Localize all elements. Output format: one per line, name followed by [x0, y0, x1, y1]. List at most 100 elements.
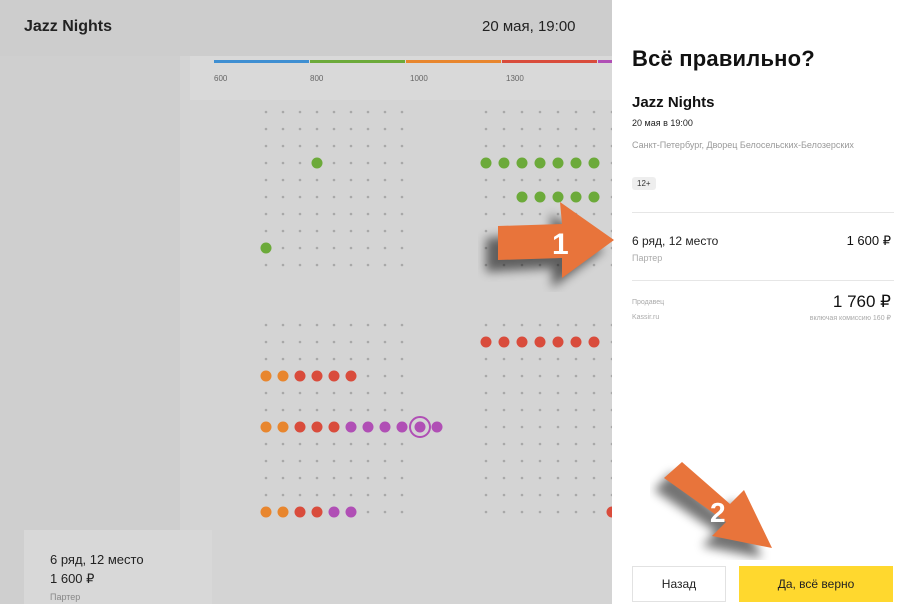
- seat[interactable]: [574, 493, 578, 497]
- seat[interactable]: [298, 442, 302, 446]
- seat[interactable]: [592, 357, 596, 361]
- seat[interactable]: [592, 110, 596, 114]
- seat[interactable]: [298, 127, 302, 131]
- seat[interactable]: [400, 408, 404, 412]
- seat[interactable]: [362, 421, 374, 433]
- seat[interactable]: [332, 263, 336, 267]
- seat[interactable]: [538, 459, 542, 463]
- seat[interactable]: [520, 144, 524, 148]
- seat[interactable]: [502, 144, 506, 148]
- seat[interactable]: [484, 408, 488, 412]
- seat[interactable]: [502, 110, 506, 114]
- seat[interactable]: [556, 178, 560, 182]
- seat[interactable]: [498, 157, 510, 169]
- seat[interactable]: [281, 178, 285, 182]
- seat[interactable]: [349, 178, 353, 182]
- seat[interactable]: [366, 110, 370, 114]
- seat[interactable]: [400, 374, 404, 378]
- seat[interactable]: [294, 506, 306, 518]
- seat[interactable]: [484, 323, 488, 327]
- seat[interactable]: [281, 323, 285, 327]
- seat[interactable]: [574, 144, 578, 148]
- seat[interactable]: [315, 323, 319, 327]
- seat[interactable]: [383, 357, 387, 361]
- seat[interactable]: [383, 144, 387, 148]
- seat[interactable]: [349, 459, 353, 463]
- seat[interactable]: [574, 391, 578, 395]
- seat[interactable]: [281, 493, 285, 497]
- seat[interactable]: [366, 195, 370, 199]
- seat[interactable]: [400, 246, 404, 250]
- seat[interactable]: [281, 229, 285, 233]
- seat[interactable]: [332, 178, 336, 182]
- seat[interactable]: [379, 421, 391, 433]
- seat[interactable]: [400, 391, 404, 395]
- seat[interactable]: [516, 336, 528, 348]
- seat[interactable]: [277, 421, 289, 433]
- seat[interactable]: [383, 263, 387, 267]
- seat[interactable]: [588, 157, 600, 169]
- seat[interactable]: [315, 212, 319, 216]
- seat[interactable]: [556, 323, 560, 327]
- seat[interactable]: [298, 246, 302, 250]
- seat[interactable]: [520, 357, 524, 361]
- seat[interactable]: [484, 357, 488, 361]
- seat[interactable]: [260, 421, 272, 433]
- seat[interactable]: [520, 442, 524, 446]
- seat[interactable]: [349, 323, 353, 327]
- seat[interactable]: [332, 493, 336, 497]
- seat[interactable]: [484, 476, 488, 480]
- seat[interactable]: [328, 370, 340, 382]
- seat[interactable]: [484, 493, 488, 497]
- seat[interactable]: [400, 212, 404, 216]
- seat[interactable]: [298, 110, 302, 114]
- seat[interactable]: [574, 127, 578, 131]
- seat[interactable]: [281, 161, 285, 165]
- seat[interactable]: [556, 408, 560, 412]
- confirm-button[interactable]: Да, всё верно: [739, 566, 893, 602]
- seat[interactable]: [366, 357, 370, 361]
- seat[interactable]: [298, 263, 302, 267]
- seat[interactable]: [366, 374, 370, 378]
- seat[interactable]: [332, 476, 336, 480]
- seat[interactable]: [349, 493, 353, 497]
- seat[interactable]: [332, 357, 336, 361]
- seat[interactable]: [366, 391, 370, 395]
- seat[interactable]: [400, 493, 404, 497]
- seat[interactable]: [264, 408, 268, 412]
- seat[interactable]: [277, 506, 289, 518]
- seat[interactable]: [383, 493, 387, 497]
- seat[interactable]: [332, 229, 336, 233]
- seat[interactable]: [383, 340, 387, 344]
- seat[interactable]: [502, 425, 506, 429]
- seat[interactable]: [366, 144, 370, 148]
- seat[interactable]: [281, 110, 285, 114]
- seat[interactable]: [592, 459, 596, 463]
- seat[interactable]: [556, 127, 560, 131]
- seat[interactable]: [349, 127, 353, 131]
- seat[interactable]: [345, 506, 357, 518]
- seat[interactable]: [592, 127, 596, 131]
- seat[interactable]: [520, 391, 524, 395]
- seat[interactable]: [315, 263, 319, 267]
- seat[interactable]: [366, 493, 370, 497]
- seat[interactable]: [484, 374, 488, 378]
- seat[interactable]: [574, 374, 578, 378]
- seat[interactable]: [484, 459, 488, 463]
- seat[interactable]: [520, 476, 524, 480]
- seat[interactable]: [383, 246, 387, 250]
- seat[interactable]: [315, 357, 319, 361]
- seat[interactable]: [332, 340, 336, 344]
- seat[interactable]: [538, 493, 542, 497]
- seat[interactable]: [484, 425, 488, 429]
- seat[interactable]: [592, 323, 596, 327]
- seat-map[interactable]: [0, 0, 612, 604]
- seat[interactable]: [538, 425, 542, 429]
- seat[interactable]: [520, 110, 524, 114]
- seat[interactable]: [592, 374, 596, 378]
- seat[interactable]: [556, 425, 560, 429]
- seat[interactable]: [298, 212, 302, 216]
- seat[interactable]: [484, 510, 488, 514]
- seat[interactable]: [332, 459, 336, 463]
- seat[interactable]: [484, 127, 488, 131]
